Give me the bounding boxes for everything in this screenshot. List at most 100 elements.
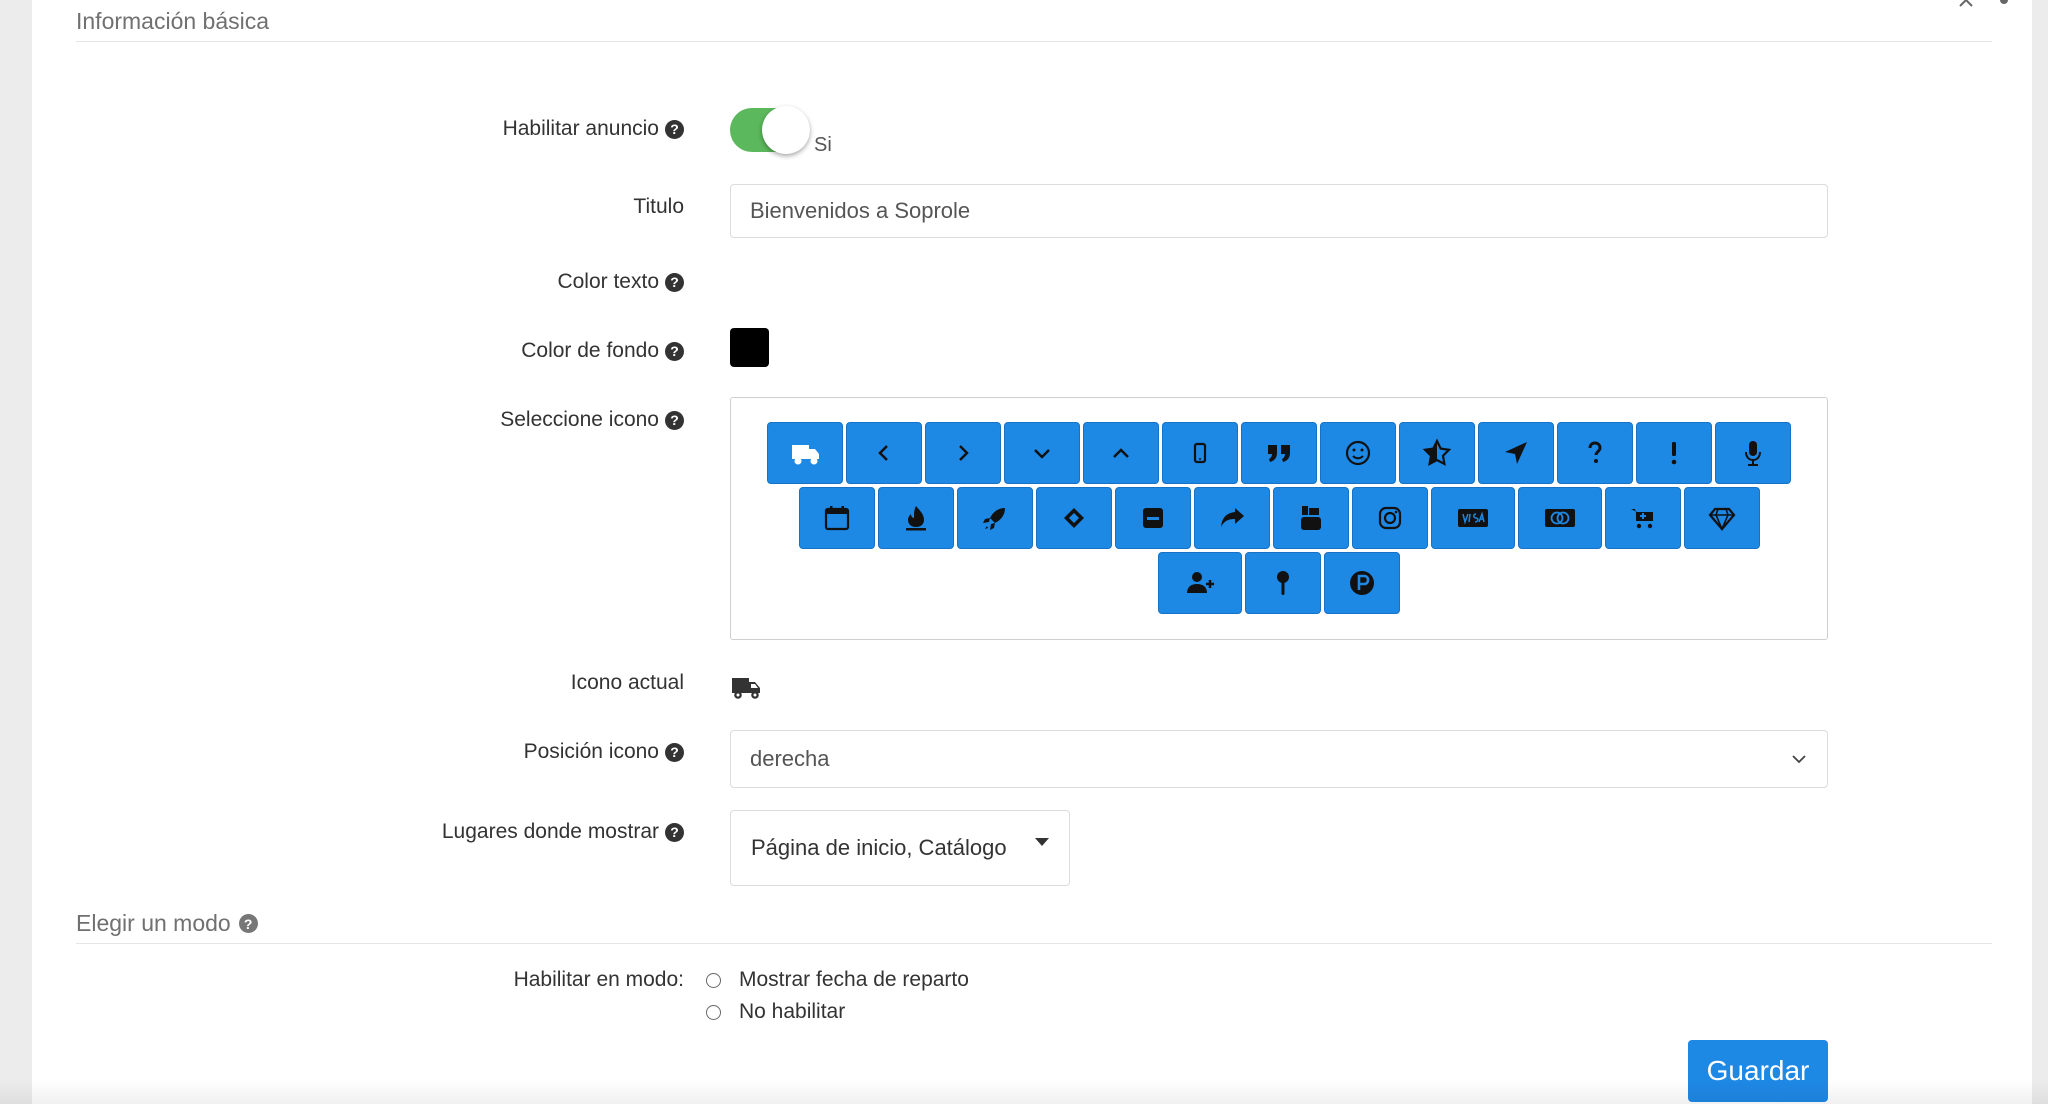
select-icon-label: Seleccione icono ? <box>500 408 684 432</box>
section-title-mode-text: Elegir un modo <box>76 910 231 936</box>
title-label-text: Titulo <box>633 195 684 218</box>
star-half-icon <box>1422 438 1452 467</box>
help-icon[interactable]: ? <box>665 410 684 430</box>
places-label: Lugares donde mostrar ? <box>442 820 684 844</box>
icon-option-instagram[interactable] <box>1351 487 1428 549</box>
bg-color-swatch[interactable] <box>730 328 769 367</box>
icon-option-location-arrow[interactable] <box>1478 422 1554 484</box>
chevron-down-icon <box>1034 449 1050 459</box>
toggle-knob <box>762 106 810 154</box>
chevron-up-icon <box>1113 448 1129 458</box>
icon-option-microphone[interactable] <box>1715 422 1791 484</box>
mode-option-label: Mostrar fecha de reparto <box>739 968 969 991</box>
youtube-icon <box>1300 506 1321 530</box>
text-color-label-text: Color texto <box>557 270 659 293</box>
save-button[interactable]: Guardar <box>1688 1040 1828 1102</box>
icon-option-mastercard[interactable] <box>1517 487 1602 549</box>
mode-label-text: Habilitar en modo: <box>513 968 684 991</box>
icon-option-parking[interactable] <box>1324 552 1400 614</box>
help-icon[interactable]: ? <box>665 119 684 139</box>
user-plus-icon <box>1187 572 1214 593</box>
help-icon[interactable]: ? <box>665 822 684 842</box>
icon-option-ticket[interactable] <box>1035 487 1112 549</box>
enable-toggle-state: Si <box>814 134 832 156</box>
help-icon[interactable]: ? <box>665 742 684 762</box>
help-icon[interactable]: ? <box>665 272 684 292</box>
location-arrow-icon <box>1505 442 1527 464</box>
section-divider <box>76 943 1992 944</box>
icon-option-truck[interactable] <box>767 422 843 484</box>
truck-icon <box>732 678 760 699</box>
bg-color-label-text: Color de fondo <box>521 339 659 362</box>
icon-option-map-pin[interactable] <box>1245 552 1321 614</box>
icon-option-chevron-left[interactable] <box>846 422 922 484</box>
icon-option-youtube[interactable] <box>1272 487 1349 549</box>
mode-option-delivery-date[interactable]: Mostrar fecha de reparto <box>706 968 969 992</box>
chevron-right-icon <box>959 445 969 461</box>
icon-option-rocket[interactable] <box>956 487 1033 549</box>
icon-picker <box>730 397 1828 640</box>
calendar-icon <box>824 506 849 531</box>
mode-option-label: No habilitar <box>739 1000 846 1023</box>
select-icon-label-text: Seleccione icono <box>500 408 659 431</box>
section-divider <box>76 41 1992 42</box>
icon-option-quote[interactable] <box>1241 422 1317 484</box>
section-title-mode: Elegir un modo ? <box>76 910 258 937</box>
places-multiselect[interactable]: Página de inicio, Catálogo <box>730 810 1070 886</box>
icon-option-user-plus[interactable] <box>1158 552 1242 614</box>
instagram-icon <box>1378 506 1401 530</box>
wrench-icon[interactable] <box>1994 0 2014 10</box>
enable-label-text: Habilitar anuncio <box>502 117 659 140</box>
icon-option-chevron-up[interactable] <box>1083 422 1159 484</box>
section-title-basic-info: Información básica <box>76 8 270 34</box>
smile-icon <box>1345 440 1371 466</box>
icon-option-fire[interactable] <box>877 487 954 549</box>
icon-row <box>767 422 1791 484</box>
icon-option-share[interactable] <box>1193 487 1270 549</box>
title-label: Titulo <box>633 195 684 219</box>
fire-icon <box>905 506 926 531</box>
radio-button[interactable] <box>706 1004 721 1020</box>
help-icon[interactable]: ? <box>238 914 258 933</box>
bg-color-label: Color de fondo ? <box>521 339 684 363</box>
icon-option-mobile[interactable] <box>1162 422 1238 484</box>
collapse-icon[interactable] <box>1956 0 1976 10</box>
icon-option-visa[interactable] <box>1430 487 1515 549</box>
icon-option-minus-square[interactable] <box>1114 487 1191 549</box>
places-multiselect-value: Página de inicio, Catálogo <box>751 835 1007 860</box>
icon-option-exclamation[interactable] <box>1636 422 1712 484</box>
truck-icon <box>792 445 819 465</box>
help-icon[interactable]: ? <box>665 341 684 361</box>
title-input[interactable] <box>730 184 1828 238</box>
icon-option-smile[interactable] <box>1320 422 1396 484</box>
caret-down-icon <box>1035 838 1049 846</box>
enable-toggle[interactable] <box>730 106 810 154</box>
position-label: Posición icono ? <box>524 740 684 764</box>
gem-icon <box>1708 507 1735 532</box>
icon-option-chevron-right[interactable] <box>925 422 1001 484</box>
enable-label: Habilitar anuncio ? <box>503 117 684 141</box>
position-select[interactable]: derecha <box>730 730 1828 788</box>
icon-option-gem[interactable] <box>1683 487 1760 549</box>
icon-row <box>798 487 1760 549</box>
places-label-text: Lugares donde mostrar <box>441 820 659 843</box>
parking-icon <box>1350 571 1374 595</box>
icon-option-calendar[interactable] <box>798 487 875 549</box>
icon-option-chevron-down[interactable] <box>1004 422 1080 484</box>
current-icon-label-text: Icono actual <box>570 671 684 694</box>
mode-option-disable[interactable]: No habilitar <box>706 1000 845 1024</box>
radio-button[interactable] <box>706 972 721 988</box>
icon-option-cart-plus[interactable] <box>1604 487 1681 549</box>
share-icon <box>1220 508 1244 527</box>
exclamation-icon <box>1671 442 1677 465</box>
position-label-text: Posición icono <box>523 740 659 763</box>
panel-tools <box>1956 0 2014 10</box>
microphone-icon <box>1745 441 1761 466</box>
position-select-value: derecha <box>750 746 830 771</box>
current-icon-label: Icono actual <box>571 671 684 695</box>
map-pin-icon <box>1277 571 1289 595</box>
icon-option-question[interactable] <box>1557 422 1633 484</box>
minus-square-icon <box>1142 508 1163 528</box>
icon-option-star-half[interactable] <box>1399 422 1475 484</box>
text-color-label: Color texto ? <box>557 270 684 294</box>
